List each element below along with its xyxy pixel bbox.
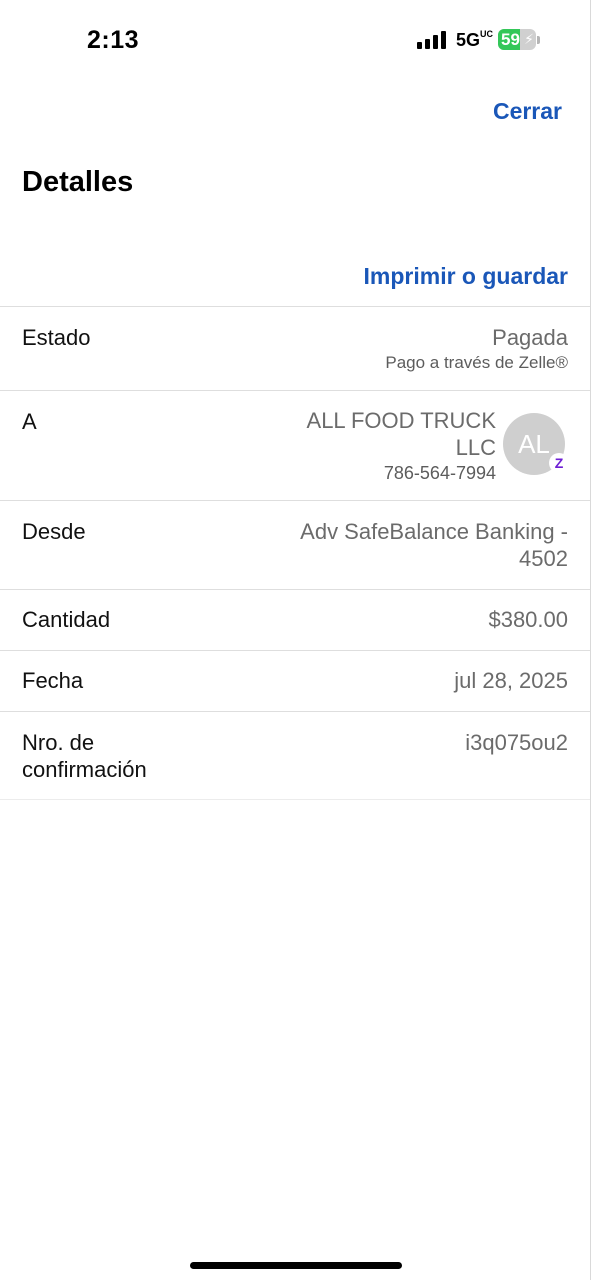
detail-row-confirmation: Nro. de confirmación i3q075ou2 [0, 711, 590, 799]
confirmation-label-line1: Nro. de [22, 730, 95, 755]
detail-row-recipient: A ALL FOOD TRUCK LLC 786-564-7994 AL Z [0, 390, 590, 500]
network-label: 5G [456, 30, 481, 50]
recipient-phone: 786-564-7994 [383, 463, 496, 483]
network-sup: UC [480, 29, 494, 39]
detail-row-date: Fecha jul 28, 2025 [0, 650, 590, 711]
recipient-name-line2: LLC [455, 435, 496, 460]
payment-method-note: Pago a través de Zelle® [385, 353, 568, 372]
detail-row-status: Estado Pagada Pago a través de Zelle® [0, 306, 590, 390]
charging-bolt-icon: ⚡ [524, 31, 534, 47]
from-account-line1: Adv SafeBalance Banking - [300, 519, 568, 544]
from-account-line2: 4502 [519, 546, 568, 571]
battery-percent: 59 [501, 30, 520, 49]
page-title: Detalles [22, 166, 134, 198]
divider [0, 799, 590, 800]
screen: 2:13 5GUC 59 ⚡ Cerrar Detalles Imprimir … [0, 0, 591, 1280]
confirmation-label-line2: confirmación [22, 757, 147, 782]
amount-label: Cantidad [22, 607, 111, 632]
status-label: Estado [22, 325, 91, 350]
status-bar: 2:13 5GUC 59 ⚡ [0, 0, 590, 80]
detail-row-amount: Cantidad $380.00 [0, 589, 590, 650]
close-button[interactable]: Cerrar [493, 98, 562, 125]
cellular-signal-icon [417, 31, 447, 49]
status-value: Pagada [492, 325, 568, 350]
from-label: Desde [22, 519, 86, 544]
avatar-initials: AL [518, 428, 550, 459]
clock: 2:13 [87, 26, 140, 54]
zelle-badge-letter: Z [554, 455, 564, 471]
home-indicator[interactable] [190, 1262, 402, 1269]
confirmation-value: i3q075ou2 [465, 730, 568, 755]
zelle-icon: Z [549, 453, 569, 473]
print-or-save-button[interactable]: Imprimir o guardar [364, 263, 568, 290]
date-label: Fecha [22, 668, 84, 693]
battery-cap [537, 36, 540, 44]
network-type: 5GUC [456, 29, 494, 51]
amount-value: $380.00 [488, 607, 568, 632]
date-value: jul 28, 2025 [454, 668, 568, 693]
detail-row-from: Desde Adv SafeBalance Banking - 4502 [0, 500, 590, 589]
battery-icon: 59 ⚡ [498, 29, 536, 50]
recipient-name-line1: ALL FOOD TRUCK [306, 408, 496, 433]
recipient-label: A [22, 409, 37, 434]
